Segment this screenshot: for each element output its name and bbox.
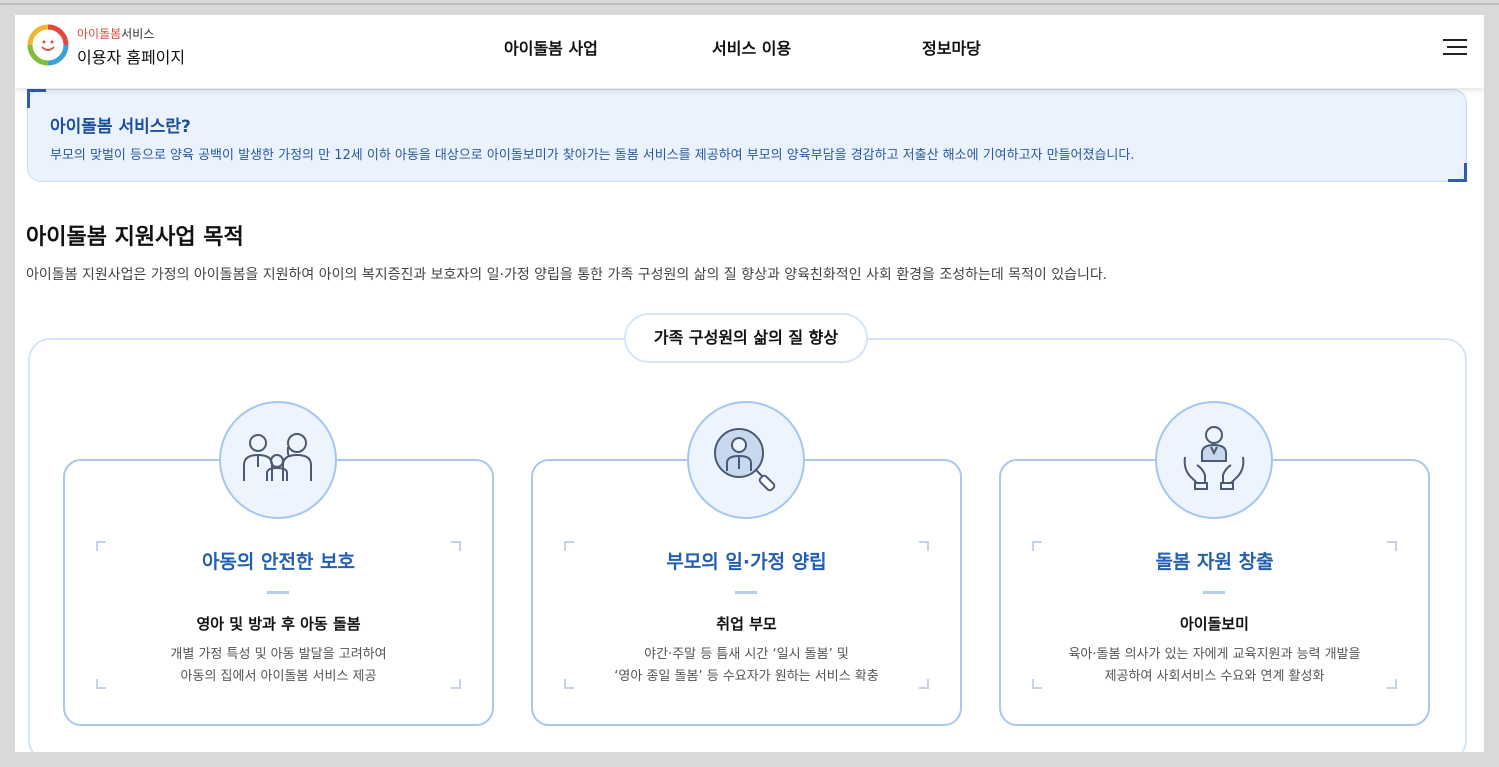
card-text: 제공하여 사회서비스 수요와 연계 활성화 (1104, 669, 1325, 684)
card-text: 야간·주말 등 틈새 시간 ‘일시 돌봄’ 및 (644, 647, 849, 662)
section-title: 아이돌봄 지원사업 목적 (26, 225, 244, 250)
page-viewport: 아이돌봄서비스 이용자 홈페이지 아이돌봄 사업 서비스 이용 정보마당 아이돌… (15, 15, 1484, 752)
magnifier-person-icon (714, 428, 776, 492)
browser-top-border (0, 3, 1499, 5)
card-text: 육아·돌봄 의사가 있는 자에게 교육지원과 능력 개발을 (1068, 647, 1361, 662)
card-title: 부모의 일·가정 양립 (666, 551, 827, 573)
intro-box: 아이돌봄 서비스란? 부모의 맞벌이 등으로 양육 공백이 발생한 가정의 만 … (27, 89, 1467, 182)
site-header: 아이돌봄서비스 이용자 홈페이지 아이돌봄 사업 서비스 이용 정보마당 (15, 15, 1484, 88)
intro-description: 부모의 맞벌이 등으로 양육 공백이 발생한 가정의 만 12세 이하 아동을 … (50, 148, 1135, 163)
hands-person-icon (1183, 426, 1245, 490)
brand-title[interactable]: 이용자 홈페이지 (77, 44, 185, 68)
card-text: ‘영아 종일 돌봄’ 등 수요자가 원하는 서비스 확충 (614, 669, 879, 684)
section-description: 아이돌봄 지원사업은 가정의 아이돌봄을 지원하여 아이의 복지증진과 보호자의… (26, 267, 1108, 283)
card-text: 아동의 집에서 아이돌봄 서비스 제공 (180, 669, 377, 684)
hamburger-menu-icon[interactable] (1443, 39, 1467, 57)
card-subtitle: 취업 부모 (716, 615, 777, 633)
magnifier-icon-circle (687, 401, 805, 519)
family-icon (243, 433, 312, 481)
intro-title: 아이돌봄 서비스란? (50, 117, 191, 137)
brand-subtitle: 아이돌봄서비스 (77, 25, 154, 42)
nav-item-service[interactable]: 서비스 이용 (712, 35, 791, 59)
card-divider (1203, 591, 1225, 594)
family-icon-circle (219, 401, 337, 519)
nav-item-info[interactable]: 정보마당 (922, 35, 981, 59)
brand-highlight: 아이돌봄 (77, 27, 122, 41)
logo-icon[interactable] (27, 24, 69, 66)
intro-corner-top-left (27, 89, 46, 108)
card-text: 개별 가정 특성 및 아동 발달을 고려하여 (170, 647, 387, 662)
card-divider (735, 591, 757, 594)
goal-label: 가족 구성원의 삶의 질 향상 (624, 313, 868, 363)
card-title: 돌봄 자원 창출 (1155, 551, 1274, 573)
card-title: 아동의 안전한 보호 (201, 551, 356, 573)
card-divider (267, 591, 289, 594)
hands-icon-circle (1155, 401, 1273, 519)
intro-corner-bottom-right (1448, 163, 1467, 182)
card-subtitle: 아이돌보미 (1179, 615, 1249, 633)
brand-suffix: 서비스 (121, 27, 155, 41)
nav-item-business[interactable]: 아이돌봄 사업 (504, 35, 598, 59)
card-subtitle: 영아 및 방과 후 아동 돌봄 (196, 615, 361, 633)
